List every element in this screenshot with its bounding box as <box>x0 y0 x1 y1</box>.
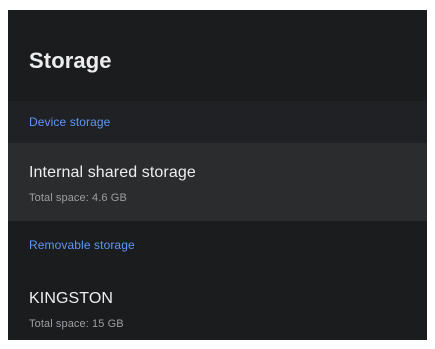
list-item-internal-shared-storage[interactable] <box>8 143 427 221</box>
page-title: Storage <box>29 48 112 73</box>
section-header-device-storage: Device storage <box>29 115 111 129</box>
section-header-removable-storage: Removable storage <box>29 238 135 252</box>
item-title-kingston: KINGSTON <box>29 290 114 307</box>
item-subtitle-kingston: Total space: 15 GB <box>29 318 124 330</box>
item-subtitle-internal-shared-storage: Total space: 4.6 GB <box>29 192 127 204</box>
item-title-internal-shared-storage: Internal shared storage <box>29 164 196 181</box>
storage-screen: Storage Device storage Internal shared s… <box>8 10 427 340</box>
